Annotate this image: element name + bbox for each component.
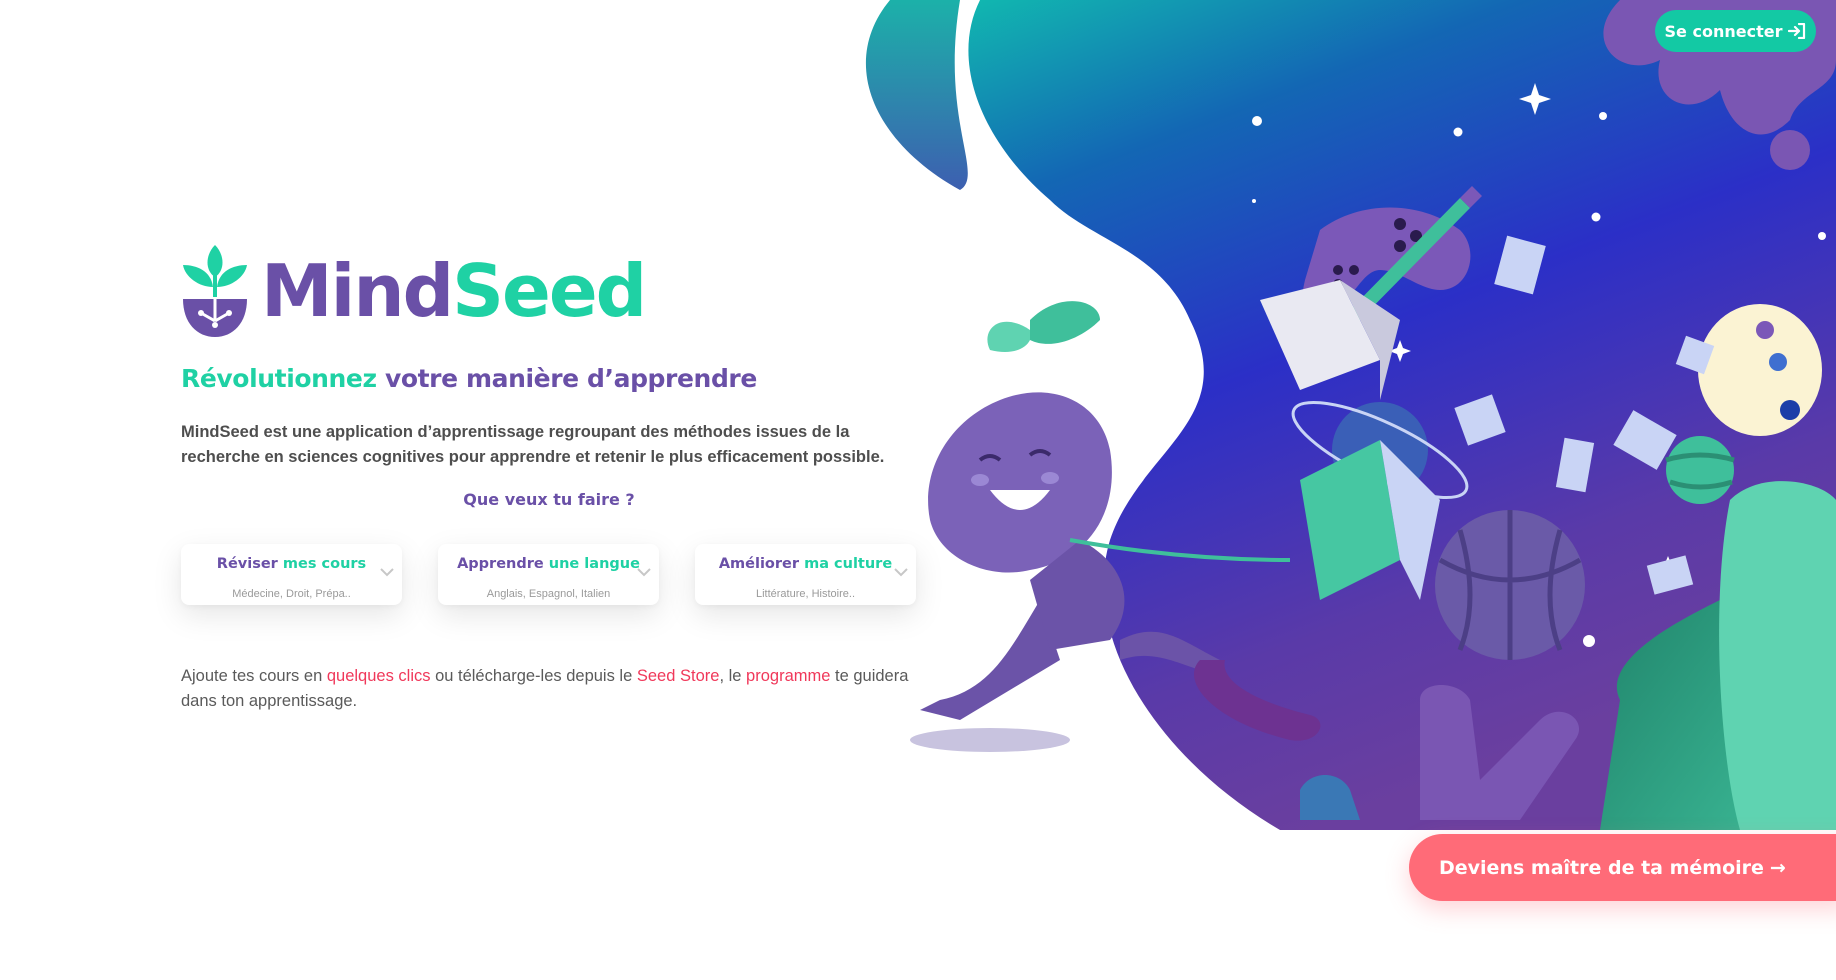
footer-text: Ajoute tes cours en quelques clics ou té…: [181, 664, 921, 714]
brand-name-seed: Seed: [452, 249, 647, 333]
choice-cards: Réviser mes cours Médecine, Droit, Prépa…: [181, 544, 916, 605]
choice-title-main: Réviser: [216, 556, 278, 572]
seed-store-link[interactable]: Seed Store: [637, 667, 720, 685]
choice-subtitle: Anglais, Espagnol, Italien: [486, 588, 611, 600]
login-label: Se connecter: [1664, 21, 1783, 41]
choice-learn-language[interactable]: Apprendre une langue Anglais, Espagnol, …: [438, 544, 659, 605]
choice-revise-courses[interactable]: Réviser mes cours Médecine, Droit, Prépa…: [181, 544, 402, 605]
choice-title-main: Améliorer: [718, 556, 800, 572]
choice-subtitle: Médecine, Droit, Prépa..: [232, 588, 351, 600]
intro-text: MindSeed est une application d’apprentis…: [181, 423, 885, 466]
quick-clicks-link[interactable]: quelques clics: [327, 667, 431, 685]
choice-improve-culture[interactable]: Améliorer ma culture Littérature, Histoi…: [695, 544, 916, 605]
brand-name-mind: Mind: [261, 249, 454, 333]
cta-label: Deviens maître de ta mémoire: [1439, 856, 1764, 879]
login-button[interactable]: Se connecter: [1655, 10, 1816, 52]
choice-title: Améliorer ma culture: [695, 556, 916, 572]
arrow-right-icon: →: [1769, 856, 1786, 879]
chevron-down-icon: [380, 568, 394, 577]
sign-in-icon: [1788, 23, 1806, 39]
tagline-accent: Révolutionnez: [181, 364, 377, 393]
footer-text-part: Ajoute tes cours en: [181, 667, 327, 685]
choice-subtitle: Littérature, Histoire..: [755, 588, 856, 600]
chevron-down-icon: [894, 568, 908, 577]
choice-title-accent: ma culture: [804, 556, 893, 572]
chevron-down-icon: [637, 568, 651, 577]
seed-logo-icon: [183, 245, 247, 337]
tagline-rest: votre manière d’apprendre: [376, 364, 757, 393]
footer-text-part: , le: [719, 667, 747, 685]
cta-button[interactable]: Deviens maître de ta mémoire →: [1409, 834, 1836, 901]
brand-logo: MindSeed: [181, 243, 647, 339]
brand-wordmark: MindSeed: [261, 255, 647, 327]
choice-title: Réviser mes cours: [181, 556, 402, 572]
tagline: Révolutionnez votre manière d’apprendre: [181, 364, 757, 393]
question-heading: Que veux tu faire ?: [463, 490, 635, 509]
choice-title-accent: mes cours: [282, 556, 367, 572]
program-link[interactable]: programme: [746, 667, 830, 685]
choice-title-accent: une langue: [548, 556, 640, 572]
choice-title-main: Apprendre: [457, 556, 544, 572]
hero-illustration: [865, 0, 1836, 830]
choice-title: Apprendre une langue: [438, 556, 659, 572]
footer-text-part: ou télécharge-les depuis le: [430, 667, 637, 685]
